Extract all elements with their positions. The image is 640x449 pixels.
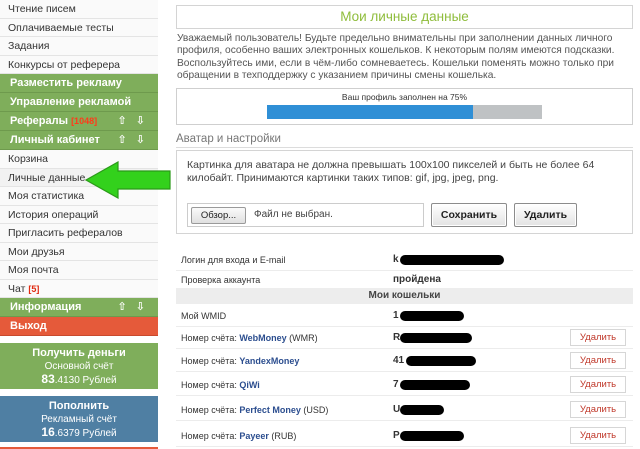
sidebar-head-place-ads[interactable]: Разместить рекламу [0, 74, 158, 93]
sidebar-item-read-mail[interactable]: Чтение писем [0, 0, 158, 19]
main-account-balance: 83.4130 Рублей [41, 372, 117, 387]
wallet-value: 7 [393, 379, 399, 390]
sidebar-item-referrer-contests[interactable]: Конкурсы от реферера [0, 55, 158, 74]
avatar-settings-box: Картинка для аватара не должна превышать… [176, 150, 633, 234]
profile-progress-box: Ваш профиль заполнен на 75% [176, 88, 633, 125]
avatar-requirements: Картинка для аватара не должна превышать… [187, 159, 595, 184]
chat-count: [5] [28, 283, 40, 294]
up-down-arrows-icon[interactable]: ⇧ ⇩ [118, 131, 149, 150]
wmid-row: Мой WMID 1 [176, 305, 633, 327]
delete-wallet-button[interactable]: Удалить [570, 401, 626, 418]
redaction-mark [400, 405, 444, 415]
file-status: Файл не выбран. [254, 209, 333, 220]
wallet-value: 41 [393, 355, 405, 366]
delete-avatar-button[interactable]: Удалить [514, 203, 577, 227]
login-label: Логин для входа и E-mail [181, 255, 286, 265]
wallet-row-qiwi: Номер счёта: QiWi 7 Удалить [176, 374, 633, 396]
replenish-title: Пополнить [48, 400, 110, 412]
sidebar-item-paid-tests[interactable]: Оплачиваемые тесты [0, 18, 158, 37]
sidebar-head-manage-ads[interactable]: Управление рекламой [0, 93, 158, 112]
sidebar-item-operations-history[interactable]: История операций [0, 205, 158, 224]
redaction-mark [400, 333, 472, 343]
delete-wallet-button[interactable]: Удалить [570, 427, 626, 444]
ad-account-label: Рекламный счёт [41, 414, 117, 425]
divider [176, 147, 633, 148]
sidebar-head-label: Информация [10, 301, 82, 313]
main-content: Мои личные данные Уважаемый пользователь… [173, 0, 635, 449]
wmid-label: Мой WMID [181, 311, 227, 321]
sidebar-item-chat[interactable]: Чат [5] [0, 279, 158, 298]
sidebar-head-label: Выход [10, 320, 47, 332]
wmid-value: 1 [393, 310, 399, 321]
redaction-mark [400, 380, 470, 390]
sidebar-head-label: Рефералы [10, 115, 68, 127]
progress-fill [267, 105, 474, 119]
referrals-count: [1048] [71, 116, 98, 126]
sidebar-head-exit[interactable]: Выход [0, 317, 158, 336]
sidebar-head-label: Личный кабинет [10, 134, 100, 146]
wallet-label: Номер счёта: Perfect Money (USD) [181, 405, 329, 415]
sidebar: Чтение писем Оплачиваемые тесты Задания … [0, 0, 158, 449]
get-money-title: Получить деньги [32, 347, 126, 359]
ad-account-balance: 16.6379 Рублей [41, 425, 117, 440]
wallet-label: Номер счёта: Payeer (RUB) [181, 431, 297, 441]
wallet-label: Номер счёта: WebMoney (WMR) [181, 333, 318, 343]
sidebar-head-referrals[interactable]: Рефералы [1048] ⇧ ⇩ [0, 112, 158, 131]
main-account-label: Основной счёт [44, 361, 114, 372]
wallet-row-perfect-money: Номер счёта: Perfect Money (USD) U Удали… [176, 399, 633, 421]
avatar-file-input[interactable]: Обзор... Файл не выбран. [187, 203, 424, 227]
profile-notice: Уважаемый пользователь! Будьте предельно… [177, 33, 615, 82]
sidebar-item-invite-referrals[interactable]: Пригласить рефералов [0, 224, 158, 243]
save-button[interactable]: Сохранить [431, 203, 507, 227]
wallet-label: Номер счёта: QiWi [181, 380, 260, 390]
sidebar-head-label: Управление рекламой [10, 96, 132, 108]
wallet-row-webmoney: Номер счёта: WebMoney (WMR) R Удалить [176, 327, 633, 349]
wallets-header: Мои кошельки [176, 288, 633, 304]
login-row: Логин для входа и E-mail k [176, 249, 633, 271]
get-money-box[interactable]: Получить деньги Основной счёт 83.4130 Ру… [0, 343, 158, 389]
login-value: k [393, 254, 399, 265]
page-title: Мои личные данные [176, 5, 633, 29]
progress-label: Ваш профиль заполнен на 75% [341, 92, 468, 102]
redaction-mark [400, 431, 464, 441]
green-arrow-icon [84, 161, 171, 199]
sidebar-item-my-friends[interactable]: Мои друзья [0, 242, 158, 261]
wallet-label: Номер счёта: YandexMoney [181, 356, 300, 366]
redaction-mark [400, 311, 464, 321]
wallet-value: P [393, 430, 400, 441]
sidebar-item-label: Чат [8, 282, 26, 295]
sidebar-head-label: Разместить рекламу [10, 77, 122, 89]
sidebar-item-tasks[interactable]: Задания [0, 37, 158, 56]
wallet-row-payeer: Номер счёта: Payeer (RUB) P Удалить [176, 425, 633, 447]
redaction-mark [400, 255, 504, 265]
replenish-box[interactable]: Пополнить Рекламный счёт 16.6379 Рублей [0, 396, 158, 442]
browse-button[interactable]: Обзор... [191, 207, 246, 224]
avatar-heading: Аватар и настройки [176, 133, 281, 145]
progress-bar [267, 105, 542, 119]
redaction-mark [406, 356, 476, 366]
account-check-value: пройдена [393, 274, 441, 285]
sidebar-head-cabinet[interactable]: Личный кабинет ⇧ ⇩ [0, 131, 158, 150]
wallet-row-yandexmoney: Номер счёта: YandexMoney 41 Удалить [176, 350, 633, 372]
sidebar-head-info[interactable]: Информация ⇧ ⇩ [0, 298, 158, 317]
up-down-arrows-icon[interactable]: ⇧ ⇩ [118, 112, 149, 131]
delete-wallet-button[interactable]: Удалить [570, 352, 626, 369]
up-down-arrows-icon[interactable]: ⇧ ⇩ [118, 298, 149, 317]
account-check-label: Проверка аккаунта [181, 275, 261, 285]
sidebar-item-my-mail[interactable]: Моя почта [0, 261, 158, 280]
delete-wallet-button[interactable]: Удалить [570, 329, 626, 346]
delete-wallet-button[interactable]: Удалить [570, 376, 626, 393]
